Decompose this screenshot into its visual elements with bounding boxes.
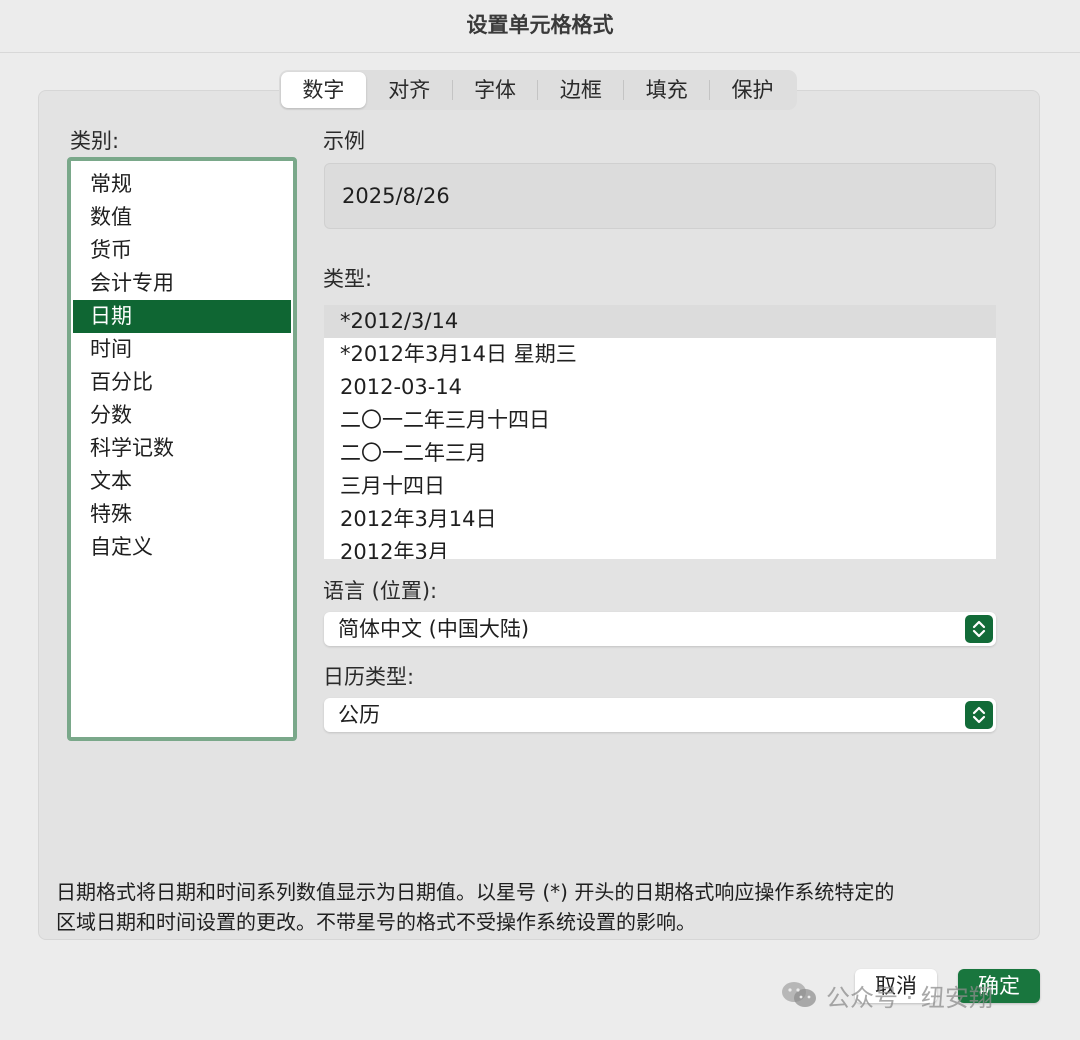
format-description: 日期格式将日期和时间系列数值显示为日期值。以星号 (*) 开头的日期格式响应操作… (56, 877, 1031, 937)
language-stepper-button[interactable] (965, 615, 993, 643)
type-item[interactable]: 2012年3月14日 (324, 503, 996, 536)
tab-font[interactable]: 字体 (453, 72, 538, 108)
type-item[interactable]: 二〇一二年三月十四日 (324, 404, 996, 437)
category-item-general[interactable]: 常规 (73, 168, 291, 201)
tab-border[interactable]: 边框 (538, 72, 623, 108)
tab-alignment[interactable]: 对齐 (367, 72, 452, 108)
type-item[interactable]: 2012年3月 (324, 536, 996, 559)
description-line: 日期格式将日期和时间系列数值显示为日期值。以星号 (*) 开头的日期格式响应操作… (56, 880, 895, 904)
calendar-select[interactable]: 公历 (324, 698, 996, 732)
dialog-title: 设置单元格格式 (0, 0, 1080, 53)
category-item-percentage[interactable]: 百分比 (73, 366, 291, 399)
calendar-label: 日历类型: (323, 665, 415, 689)
calendar-stepper-button[interactable] (965, 701, 993, 729)
category-list[interactable]: 常规 数值 货币 会计专用 日期 时间 百分比 分数 科学记数 文本 特殊 自定… (67, 157, 297, 741)
chevron-up-down-icon (972, 620, 986, 638)
example-preview: 2025/8/26 (324, 163, 996, 229)
type-item[interactable]: 二〇一二年三月 (324, 437, 996, 470)
calendar-value: 公历 (338, 703, 380, 727)
tab-bar: 数字 对齐 字体 边框 填充 保护 (279, 70, 797, 110)
example-label: 示例 (323, 129, 365, 153)
ok-button[interactable]: 确定 (958, 969, 1040, 1003)
cancel-button[interactable]: 取消 (855, 969, 937, 1003)
category-label: 类别: (70, 129, 120, 153)
language-label: 语言 (位置): (323, 579, 438, 603)
description-line: 区域日期和时间设置的更改。不带星号的格式不受操作系统设置的影响。 (56, 910, 696, 934)
category-item-currency[interactable]: 货币 (73, 234, 291, 267)
type-item[interactable]: 2012-03-14 (324, 371, 996, 404)
tab-protection[interactable]: 保护 (710, 72, 795, 108)
wechat-icon (782, 982, 816, 1007)
type-item[interactable]: *2012年3月14日 星期三 (324, 338, 996, 371)
tab-fill[interactable]: 填充 (624, 72, 709, 108)
category-item-time[interactable]: 时间 (73, 333, 291, 366)
type-item[interactable]: 三月十四日 (324, 470, 996, 503)
language-value: 简体中文 (中国大陆) (338, 617, 530, 641)
category-item-fraction[interactable]: 分数 (73, 399, 291, 432)
type-list[interactable]: *2012/3/14 *2012年3月14日 星期三 2012-03-14 二〇… (324, 305, 996, 559)
category-item-accounting[interactable]: 会计专用 (73, 267, 291, 300)
language-select[interactable]: 简体中文 (中国大陆) (324, 612, 996, 646)
tab-number[interactable]: 数字 (281, 72, 366, 108)
category-item-special[interactable]: 特殊 (73, 498, 291, 531)
format-cells-dialog: 设置单元格格式 数字 对齐 字体 边框 填充 保护 类别: 常规 数值 货币 会… (0, 0, 1080, 1040)
type-label: 类型: (323, 267, 373, 291)
category-item-scientific[interactable]: 科学记数 (73, 432, 291, 465)
type-item[interactable]: *2012/3/14 (324, 305, 996, 338)
category-item-custom[interactable]: 自定义 (73, 531, 291, 564)
category-item-number[interactable]: 数值 (73, 201, 291, 234)
category-item-text[interactable]: 文本 (73, 465, 291, 498)
chevron-up-down-icon (972, 706, 986, 724)
category-item-date[interactable]: 日期 (73, 300, 291, 333)
